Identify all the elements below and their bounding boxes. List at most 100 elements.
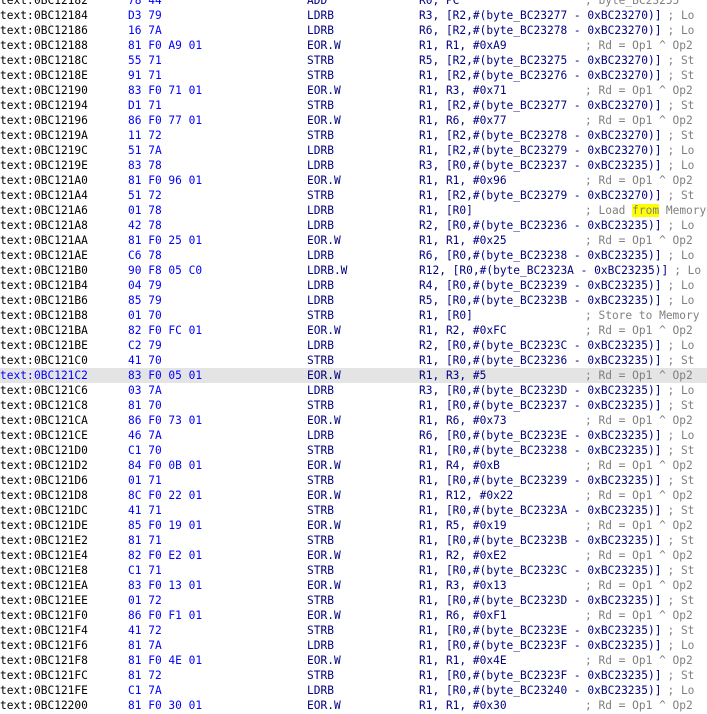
operands[interactable]: R1, R5, #0x19 [419, 518, 507, 533]
comment[interactable]: ; Lo [667, 293, 694, 308]
listing-row[interactable]: text: 0BC121A6 01 78 LDRB R1, [R0] ; Load fro… [0, 203, 707, 218]
comment[interactable]: ; Load from Memory [585, 203, 706, 218]
opcode-bytes[interactable]: 78 44 [128, 0, 162, 8]
listing-row[interactable]: text: 0BC12196 86 F0 77 01 EOR.W R1, R6, #0x… [0, 113, 707, 128]
address[interactable]: 0BC121A0 [34, 173, 88, 188]
segment-prefix[interactable]: text: [0, 533, 34, 548]
mnemonic[interactable]: STRB [307, 563, 334, 578]
listing-row[interactable]: text: 0BC12184 D3 79 LDRB R3, [R2,#(byte_BC2… [0, 8, 707, 23]
comment[interactable]: ; St [667, 503, 694, 518]
comment[interactable]: ; Rd = Op1 ^ Op2 [585, 653, 693, 668]
comment[interactable]: ; Lo [667, 683, 694, 698]
opcode-bytes[interactable]: 81 F0 A9 01 [128, 38, 202, 53]
comment[interactable]: ; Rd = Op1 ^ Op2 [585, 698, 693, 713]
mnemonic[interactable]: LDRB [307, 218, 334, 233]
comment[interactable]: ; byte_BC23255 [585, 0, 679, 8]
address[interactable]: 0BC121BE [34, 338, 88, 353]
segment-prefix[interactable]: text: [0, 413, 34, 428]
address[interactable]: 0BC1219E [34, 158, 88, 173]
address[interactable]: 0BC121A6 [34, 203, 88, 218]
address[interactable]: 0BC1219A [34, 128, 88, 143]
address[interactable]: 0BC121F0 [34, 608, 88, 623]
comment[interactable]: ; Lo [667, 8, 694, 23]
comment[interactable]: ; Lo [667, 158, 694, 173]
opcode-bytes[interactable]: 83 78 [128, 158, 162, 173]
comment[interactable]: ; Rd = Op1 ^ Op2 [585, 608, 693, 623]
operands[interactable]: R2, [R0,#(byte_BC23236 - 0xBC23235)] [419, 218, 661, 233]
segment-prefix[interactable]: text: [0, 278, 34, 293]
address[interactable]: 0BC121B0 [34, 263, 88, 278]
address[interactable]: 0BC121EA [34, 578, 88, 593]
segment-prefix[interactable]: text: [0, 578, 34, 593]
listing-row[interactable]: text: 0BC121BE C2 79 LDRB R2, [R0,#(byte_BC2… [0, 338, 707, 353]
opcode-bytes[interactable]: 41 70 [128, 353, 162, 368]
operands[interactable]: R5, [R0,#(byte_BC2323B - 0xBC23235)] [419, 293, 661, 308]
opcode-bytes[interactable]: 51 7A [128, 143, 162, 158]
address[interactable]: 0BC121AA [34, 233, 88, 248]
operands[interactable]: R1, R6, #0x73 [419, 413, 507, 428]
opcode-bytes[interactable]: C6 78 [128, 248, 162, 263]
listing-row[interactable]: text: 0BC121F8 81 F0 4E 01 EOR.W R1, R1, #0x… [0, 653, 707, 668]
operands[interactable]: R6, [R0,#(byte_BC2323E - 0xBC23235)] [419, 428, 661, 443]
segment-prefix[interactable]: text: [0, 8, 34, 23]
address[interactable]: 0BC12186 [34, 23, 88, 38]
listing-row[interactable]: text: 0BC121B6 85 79 LDRB R5, [R0,#(byte_BC2… [0, 293, 707, 308]
listing-row[interactable]: text: 0BC121D2 84 F0 0B 01 EOR.W R1, R4, #0x… [0, 458, 707, 473]
address[interactable]: 0BC121E2 [34, 533, 88, 548]
comment[interactable]: ; Rd = Op1 ^ Op2 [585, 113, 693, 128]
address[interactable]: 0BC121EE [34, 593, 88, 608]
segment-prefix[interactable]: text: [0, 173, 34, 188]
operands[interactable]: R1, [R0,#(byte_BC2323A - 0xBC23235)] [419, 503, 661, 518]
comment[interactable]: ; Lo [667, 23, 694, 38]
address[interactable]: 0BC12200 [34, 698, 88, 713]
segment-prefix[interactable]: text: [0, 248, 34, 263]
operands[interactable]: R1, R1, #0xA9 [419, 38, 507, 53]
mnemonic[interactable]: STRB [307, 503, 334, 518]
address[interactable]: 0BC121FC [34, 668, 88, 683]
segment-prefix[interactable]: text: [0, 158, 34, 173]
opcode-bytes[interactable]: 81 F0 25 01 [128, 233, 202, 248]
mnemonic[interactable]: ADD [307, 0, 327, 8]
listing-row[interactable]: text: 0BC121BA 82 F0 FC 01 EOR.W R1, R2, #0x… [0, 323, 707, 338]
mnemonic[interactable]: STRB [307, 398, 334, 413]
operands[interactable]: R1, [R0,#(byte_BC23238 - 0xBC23235)] [419, 443, 661, 458]
opcode-bytes[interactable]: 01 70 [128, 308, 162, 323]
operands[interactable]: R1, [R0,#(byte_BC23237 - 0xBC23235)] [419, 398, 661, 413]
listing-row[interactable]: text: 0BC121AA 81 F0 25 01 EOR.W R1, R1, #0x… [0, 233, 707, 248]
mnemonic[interactable]: EOR.W [307, 653, 341, 668]
opcode-bytes[interactable]: 82 F0 FC 01 [128, 323, 202, 338]
address[interactable]: 0BC1218E [34, 68, 88, 83]
listing-row[interactable]: text: 0BC121A0 81 F0 96 01 EOR.W R1, R1, #0x… [0, 173, 707, 188]
mnemonic[interactable]: STRB [307, 443, 334, 458]
mnemonic[interactable]: STRB [307, 98, 334, 113]
listing-row[interactable]: text: 0BC1219C 51 7A LDRB R1, [R2,#(byte_BC2… [0, 143, 707, 158]
mnemonic[interactable]: EOR.W [307, 83, 341, 98]
segment-prefix[interactable]: text: [0, 323, 34, 338]
opcode-bytes[interactable]: D3 79 [128, 8, 162, 23]
operands[interactable]: R1, R6, #0xF1 [419, 608, 507, 623]
operands[interactable]: R1, [R2,#(byte_BC23277 - 0xBC23270)] [419, 98, 661, 113]
address[interactable]: 0BC121E4 [34, 548, 88, 563]
operands[interactable]: R1, R3, #5 [419, 368, 486, 383]
segment-prefix[interactable]: text: [0, 353, 34, 368]
listing-row[interactable]: text: 0BC121C6 03 7A LDRB R3, [R0,#(byte_BC2… [0, 383, 707, 398]
operands[interactable]: R1, [R2,#(byte_BC23278 - 0xBC23270)] [419, 128, 661, 143]
comment[interactable]: ; Rd = Op1 ^ Op2 [585, 413, 693, 428]
operands[interactable]: R3, [R0,#(byte_BC2323D - 0xBC23235)] [419, 383, 661, 398]
segment-prefix[interactable]: text: [0, 293, 34, 308]
operands[interactable]: R1, R1, #0x30 [419, 698, 507, 713]
opcode-bytes[interactable]: 01 71 [128, 473, 162, 488]
listing-row[interactable]: text: 0BC121F0 86 F0 F1 01 EOR.W R1, R6, #0x… [0, 608, 707, 623]
operands[interactable]: R1, R6, #0x77 [419, 113, 507, 128]
comment[interactable]: ; Rd = Op1 ^ Op2 [585, 548, 693, 563]
segment-prefix[interactable]: text: [0, 563, 34, 578]
opcode-bytes[interactable]: 85 F0 19 01 [128, 518, 202, 533]
comment[interactable]: ; Lo [667, 143, 694, 158]
listing-row[interactable]: text: 0BC121CE 46 7A LDRB R6, [R0,#(byte_BC2… [0, 428, 707, 443]
operands[interactable]: R12, [R0,#(byte_BC2323A - 0xBC23235)] [419, 263, 668, 278]
segment-prefix[interactable]: text: [0, 443, 34, 458]
address[interactable]: 0BC121DC [34, 503, 88, 518]
segment-prefix[interactable]: text: [0, 683, 34, 698]
comment[interactable]: ; St [667, 533, 694, 548]
opcode-bytes[interactable]: 85 79 [128, 293, 162, 308]
